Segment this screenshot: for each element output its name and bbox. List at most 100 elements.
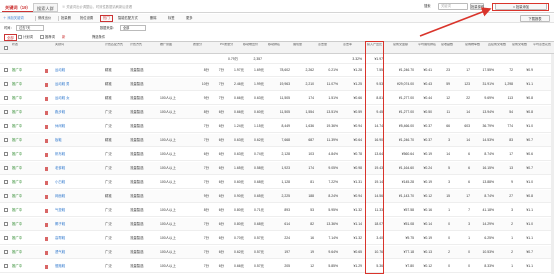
hot-button[interactable]: 热门 [100,15,113,22]
select-all-checkbox[interactable] [4,46,8,50]
cell-bid[interactable]: 0.66元 [226,260,244,273]
col-pc-quality[interactable]: PC质量分 [220,43,240,53]
cell-bid[interactable]: 1.97元 [226,64,244,77]
table-row[interactable]: 推广中 椰子鞋 广泛 流量智选 100人以上 7分 6分 0.80元 0.68元 614 82 13.… [0,218,554,231]
cell-keyword[interactable]: 休闲鞋 [55,120,87,133]
row-checkbox[interactable] [4,152,8,156]
table-row[interactable]: 推广中 帆布鞋 广泛 流量智选 100人以上 6分 6分 0.63元 0.74元 2,128 103… [0,148,554,161]
tab-search-crowd[interactable]: 搜索人群 [33,3,58,12]
tab-all[interactable]: 全部 [4,34,17,41]
row-checkbox[interactable] [4,264,8,268]
col-gmv[interactable]: 总成交金额 [393,43,413,53]
delete-button[interactable]: 删除 [150,15,157,22]
row-checkbox[interactable] [4,222,8,226]
row-checkbox[interactable] [4,166,8,170]
row-checkbox[interactable] [4,180,8,184]
cell-bid[interactable]: 0.70元 [226,232,244,245]
cell-keyword[interactable]: 运动鞋 男 [55,78,87,91]
batch-button[interactable]: 批量操作 [470,3,484,10]
row-checkbox[interactable] [4,82,8,86]
table-row[interactable]: 推广中 慢跑鞋 广泛 流量智选 100人以上 7分 6分 0.66元 0.57元 205 12 5.8… [0,260,554,273]
cell-bid[interactable]: 0.90元 [226,190,244,203]
col-roi[interactable]: 投入产出比 [367,43,383,53]
smart-match-button[interactable]: 智能匹配方式 [118,15,138,22]
modify-bid-button[interactable]: 修改出价 [38,15,51,22]
cell-bid[interactable]: 0.63元 [226,134,244,147]
row-checkbox[interactable] [4,138,8,142]
cell-bid[interactable]: 0.80元 [226,218,244,231]
table-row[interactable]: 推广中 老爹鞋 广泛 流量智选 100人以上 7分 6分 1.65元 0.58元 1,923 174… [0,162,554,175]
table-row[interactable]: 推广中 板鞋 精准 流量智选 100人以上 7分 6分 0.63元 0.62元 7,668 687 1… [0,134,554,147]
checkbox[interactable] [40,35,44,39]
cell-bid[interactable]: 0.66元 [226,92,244,105]
table-row[interactable]: 推广中 运动鞋 女 精准 流量智选 100人以上 9分 7分 0.66元 0.63元 11,505… [0,92,554,105]
cell-bid[interactable]: 1.24元 [226,120,244,133]
cell-bid[interactable]: 1.65元 [226,162,244,175]
table-row[interactable]: 推广中 休闲鞋 广泛 流量智选 7分 6分 1.24元 1.15元 8,449 1,636 19.3… [0,120,554,133]
cell-bid[interactable]: 0.63元 [226,148,244,161]
col-ctr[interactable]: 点击率 [343,43,361,53]
tab-keywords[interactable]: 关键词（19） [2,3,34,12]
cell-keyword[interactable]: 运动鞋 [55,64,87,77]
bid-settings-button[interactable]: 抢位设置 [80,15,93,22]
col-total-deals[interactable]: 总成交笔数 [512,43,530,53]
row-checkbox[interactable] [4,68,8,72]
time-select[interactable]: 过去7天 [16,25,44,31]
source-select[interactable]: 全部 [120,25,146,31]
table-row[interactable]: 推广中 气垫鞋 广泛 流量智选 100人以上 8分 6分 0.80元 0.71元 893 53 5.9… [0,204,554,217]
row-checkbox[interactable] [4,96,8,100]
row-checkbox[interactable] [4,124,8,128]
tab-plan-words[interactable]: 计划词 [23,35,33,40]
checkbox[interactable] [18,35,22,39]
cell-keyword[interactable]: 高帮鞋 [55,232,87,245]
cell-keyword[interactable]: 跑步鞋 [55,106,87,119]
col-direct-deals[interactable]: 直接成交笔数 [488,43,508,53]
search-input[interactable]: 关键词 [438,3,468,10]
filter-condition[interactable]: 筛选条件 [92,35,105,40]
row-checkbox[interactable] [4,208,8,212]
row-checkbox[interactable] [4,194,8,198]
col-keyword[interactable]: 关键词 [55,43,64,53]
more-button[interactable]: 更多 [186,15,193,22]
tab-recommend-words[interactable]: 推荐词 [45,35,55,40]
cell-keyword[interactable]: 帆布鞋 [55,148,87,161]
table-row[interactable]: 推广中 网面鞋 精准 流量智选 9分 6分 0.90元 0.65元 2,225 188 8.24% ¥… [0,190,554,203]
cell-keyword[interactable]: 气垫鞋 [55,204,87,217]
cell-bid[interactable]: 0.62元 [226,246,244,259]
col-avg-cpc[interactable]: 平均点击花费 [533,43,551,53]
cell-bid[interactable]: 0.66元 [226,106,244,119]
table-row[interactable]: 推广中 透气鞋 广泛 流量智选 100人以上 7分 6分 0.62元 0.57元 197 19 9.6… [0,246,554,259]
tag-button[interactable]: 标签 [168,15,175,22]
table-row[interactable]: 推广中 运动鞋 精准 流量智选 8分 7分 1.97元 1.69元 78,602 2,262 0.2… [0,64,554,77]
cell-keyword[interactable]: 网面鞋 [55,190,87,203]
col-clicks[interactable]: 点击量 [318,43,336,53]
col-mobile-rank[interactable]: 移动排名 [268,43,288,53]
cell-keyword[interactable]: 运动鞋 女 [55,92,87,105]
batch-delete-button[interactable]: 批量删 [61,15,71,22]
table-row[interactable]: 推广中 跑步鞋 广泛 流量智选 100人以上 8分 6分 0.66元 0.60元 11,505 1,… [0,106,554,119]
table-row[interactable]: 推广中 小白鞋 广泛 流量智选 100人以上 7分 6分 0.60元 0.68元 1,128 81 7… [0,176,554,189]
col-intent[interactable]: 推广意图 [160,43,185,53]
batch-add-button[interactable]: □ 批量添加 [495,3,547,10]
add-keyword-button[interactable]: ＋ 添加关键词 [3,15,24,22]
row-checkbox[interactable] [4,110,8,114]
col-impressions[interactable]: 展现量 [293,43,311,53]
table-row[interactable]: 推广中 高帮鞋 广泛 流量智选 100人以上 7分 6分 0.70元 0.57元 224 16 7.1… [0,232,554,245]
col-quality[interactable]: 质量分 [193,43,213,53]
row-checkbox[interactable] [4,250,8,254]
cell-bid[interactable]: 0.60元 [226,176,244,189]
col-method[interactable]: 计费方式 [130,43,152,53]
table-row[interactable]: 推广中 运动鞋 男 精准 流量智选 10分 7分 2.46元 1.99元 19,963 2,210… [0,78,554,91]
cell-keyword[interactable]: 慢跑鞋 [55,260,87,273]
col-avg-rank[interactable]: 平均展现排名 [418,43,438,53]
col-mobile-bid[interactable]: 移动端出价 [243,43,263,53]
col-favorites[interactable]: 总收藏数 [441,43,461,53]
cell-keyword[interactable]: 板鞋 [55,134,87,147]
cell-keyword[interactable]: 老爹鞋 [55,162,87,175]
cell-keyword[interactable]: 小白鞋 [55,176,87,189]
download-report-button[interactable]: 下载报表 [520,15,550,22]
row-checkbox[interactable] [4,236,8,240]
cell-bid[interactable]: 0.80元 [226,204,244,217]
col-status[interactable]: 状态 [12,43,18,53]
cell-keyword[interactable]: 透气鞋 [55,246,87,259]
